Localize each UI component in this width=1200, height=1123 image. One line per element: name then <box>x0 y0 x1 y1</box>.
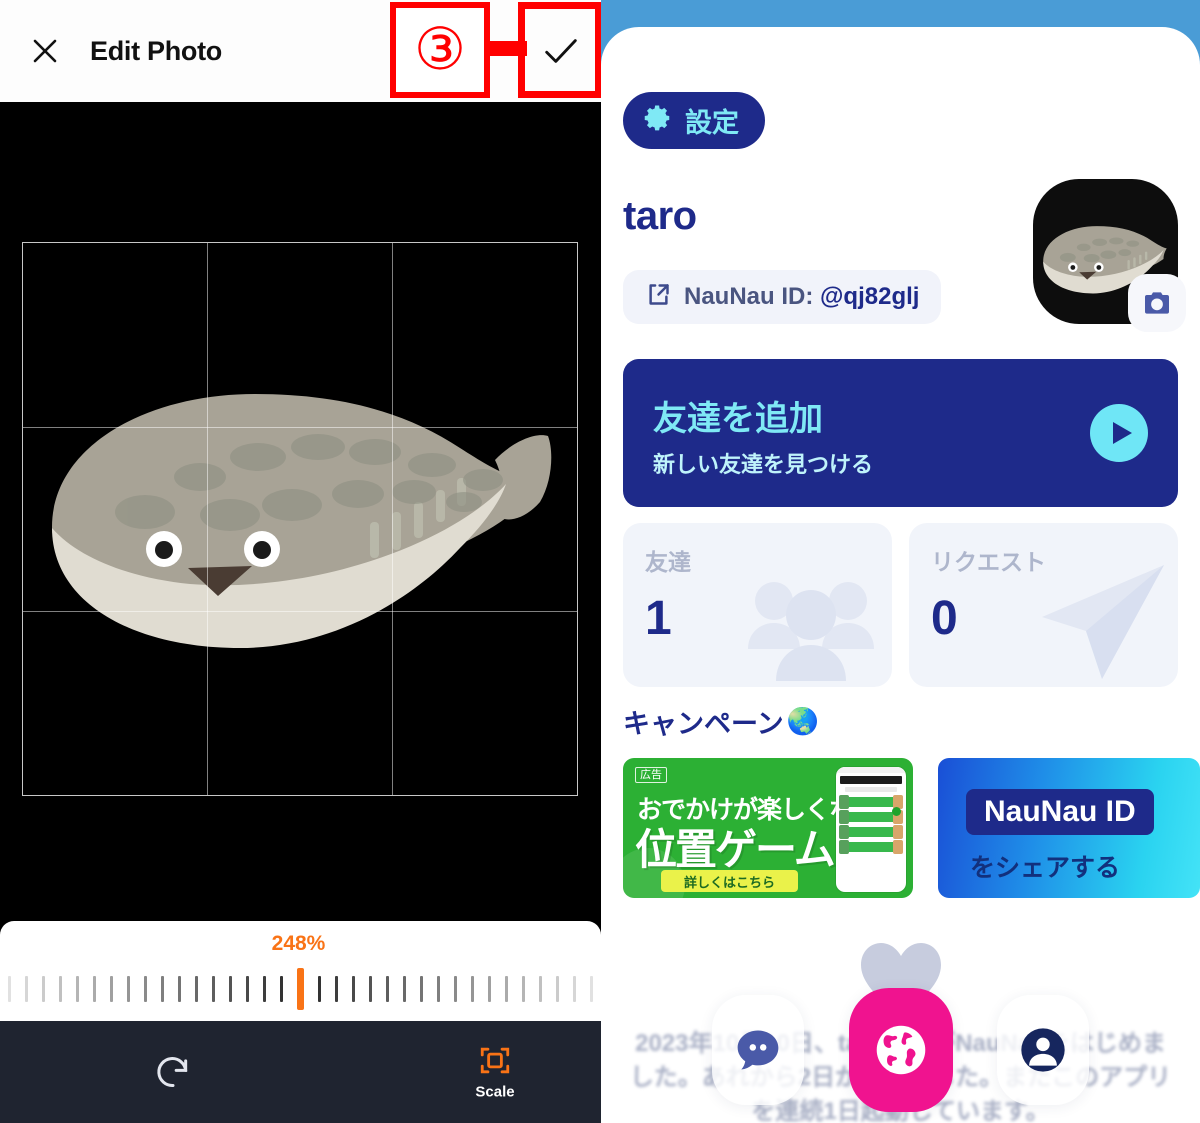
campaign-heading: キャンペーン 🌏 <box>623 702 819 741</box>
scale-ruler-tick <box>335 975 338 1002</box>
naunau-id-chip[interactable]: NauNau ID: @qj82glj <box>623 270 942 324</box>
scale-ruler-tick <box>437 975 440 1002</box>
scale-ruler-tick <box>280 975 283 1002</box>
person-icon <box>1021 1028 1065 1072</box>
screenshot-root: Edit Photo 248% Scale ③ 設定 taro NauNau I… <box>0 0 1200 1123</box>
stat-card-friends[interactable]: 友達 1 <box>623 523 892 687</box>
scale-ruler-ticks[interactable] <box>8 967 593 1010</box>
ad-cta-button[interactable]: 詳しくはこちら <box>661 870 798 892</box>
globe-emoji-icon: 🌏 <box>786 706 820 736</box>
scale-ruler-tick <box>352 975 355 1002</box>
scale-tool-button[interactable]: Scale <box>450 1044 540 1101</box>
scale-ruler-tick <box>161 975 164 1002</box>
scale-ruler-tick <box>76 975 79 1002</box>
nav-chat-button[interactable] <box>712 995 804 1105</box>
globe-icon <box>876 1025 925 1075</box>
scale-ruler-tick <box>8 975 11 1002</box>
grid-line-vertical <box>391 243 393 795</box>
add-friend-card[interactable]: 友達を追加 新しい友達を見つける <box>623 359 1178 507</box>
scale-ruler-tick <box>505 975 508 1002</box>
crop-canvas[interactable] <box>0 102 601 922</box>
annotation-confirm-highlight <box>518 2 601 98</box>
scale-ruler-tick <box>488 975 491 1002</box>
naunau-id-value: @qj82glj <box>820 283 920 310</box>
nav-profile-button[interactable] <box>997 995 1089 1105</box>
scale-ruler-tick <box>93 975 96 1002</box>
stats-row: 友達 1 リクエスト 0 <box>623 523 1178 687</box>
scale-ruler-tick <box>212 975 215 1002</box>
scale-ruler-tick <box>42 975 45 1002</box>
profile-sheet: 設定 taro NauNau ID: @qj82glj 友達を追加 新しい友達を… <box>601 27 1200 1123</box>
naunau-id-prefix: NauNau ID: <box>684 283 821 310</box>
rotate-clockwise-icon[interactable] <box>150 1049 196 1095</box>
profile-username: taro <box>623 194 697 238</box>
stat-value: 1 <box>645 592 672 645</box>
gear-icon <box>643 103 673 138</box>
scale-ruler-tick <box>59 975 62 1002</box>
editor-bottombar: Scale <box>0 1021 601 1123</box>
naunau-app-panel: 設定 taro NauNau ID: @qj82glj 友達を追加 新しい友達を… <box>601 0 1200 1123</box>
grid-line-horizontal <box>23 610 577 612</box>
share-arrow-icon <box>645 281 672 313</box>
scale-value-label: 248% <box>271 932 326 955</box>
stat-label: 友達 <box>645 549 691 575</box>
scale-ruler-tick <box>110 975 113 1002</box>
ad-banner-location-game[interactable]: 広告 おでかけが楽しくなる 位置ゲーム 詳しくはこちら <box>623 758 913 898</box>
settings-button-label: 設定 <box>685 108 739 138</box>
ad-label: 広告 <box>635 767 667 784</box>
scale-ruler-tick <box>25 975 28 1002</box>
stat-card-requests[interactable]: リクエスト 0 <box>909 523 1178 687</box>
grid-line-vertical <box>207 243 209 795</box>
ad-phone-mockup <box>836 767 906 892</box>
people-group-icon <box>736 563 886 687</box>
scale-ruler-tick <box>420 975 423 1002</box>
ad-headline-2: 位置ゲーム <box>635 826 836 873</box>
page-title: Edit Photo <box>90 35 222 66</box>
paper-plane-icon <box>1024 555 1174 685</box>
scale-ruler-tick <box>127 975 130 1002</box>
scale-ruler-tick <box>573 975 576 1002</box>
annotation-step-number: ③ <box>414 17 466 82</box>
share-naunau-id-card[interactable]: NauNau ID をシェアする <box>938 758 1200 898</box>
scale-ruler-tick <box>522 975 525 1002</box>
avatar[interactable] <box>1033 179 1186 332</box>
grid-line-horizontal <box>23 426 577 428</box>
add-friend-title: 友達を追加 <box>653 400 823 438</box>
scale-ruler-tick <box>246 975 249 1002</box>
campaign-heading-label: キャンペーン <box>623 709 784 739</box>
share-card-badge: NauNau ID <box>966 789 1154 835</box>
scale-ruler-tick <box>386 975 389 1002</box>
close-x-icon[interactable] <box>0 1 90 101</box>
scale-ruler-tick <box>454 975 457 1002</box>
nav-map-button[interactable] <box>848 988 953 1112</box>
scale-ruler-tick <box>229 975 232 1002</box>
photo-editor-panel: Edit Photo 248% Scale ③ <box>0 0 601 1123</box>
scale-ruler-tick <box>178 975 181 1002</box>
scale-ruler-thumb[interactable] <box>297 967 304 1010</box>
naunau-id-text: NauNau ID: @qj82glj <box>684 283 919 311</box>
share-card-text: をシェアする <box>970 854 1121 882</box>
camera-icon[interactable] <box>1128 274 1186 332</box>
chat-bubble-icon <box>737 1030 779 1070</box>
scale-ruler-tick <box>195 975 198 1002</box>
settings-button[interactable]: 設定 <box>623 92 765 149</box>
crop-frame[interactable] <box>22 242 578 796</box>
annotation-step-number-box: ③ <box>390 2 490 98</box>
scale-ruler-tick <box>369 975 372 1002</box>
scale-ruler-tick <box>144 975 147 1002</box>
campaign-banner-row: 広告 おでかけが楽しくなる 位置ゲーム 詳しくはこちら NauNau ID をシ… <box>623 758 1200 898</box>
add-friend-subtitle: 新しい友達を見つける <box>653 452 874 477</box>
scale-slider[interactable]: 248% <box>0 921 601 1021</box>
scale-ruler-tick <box>590 975 593 1002</box>
scale-tool-label: Scale <box>475 1083 515 1101</box>
stat-value: 0 <box>931 592 958 645</box>
scale-ruler-tick <box>471 975 474 1002</box>
scale-ruler-tick <box>403 975 406 1002</box>
scale-ruler-tick <box>539 975 542 1002</box>
scale-ruler-tick <box>263 975 266 1002</box>
scale-ruler-tick <box>318 975 321 1002</box>
play-circle-icon[interactable] <box>1090 404 1148 462</box>
scale-ruler-tick <box>556 975 559 1002</box>
